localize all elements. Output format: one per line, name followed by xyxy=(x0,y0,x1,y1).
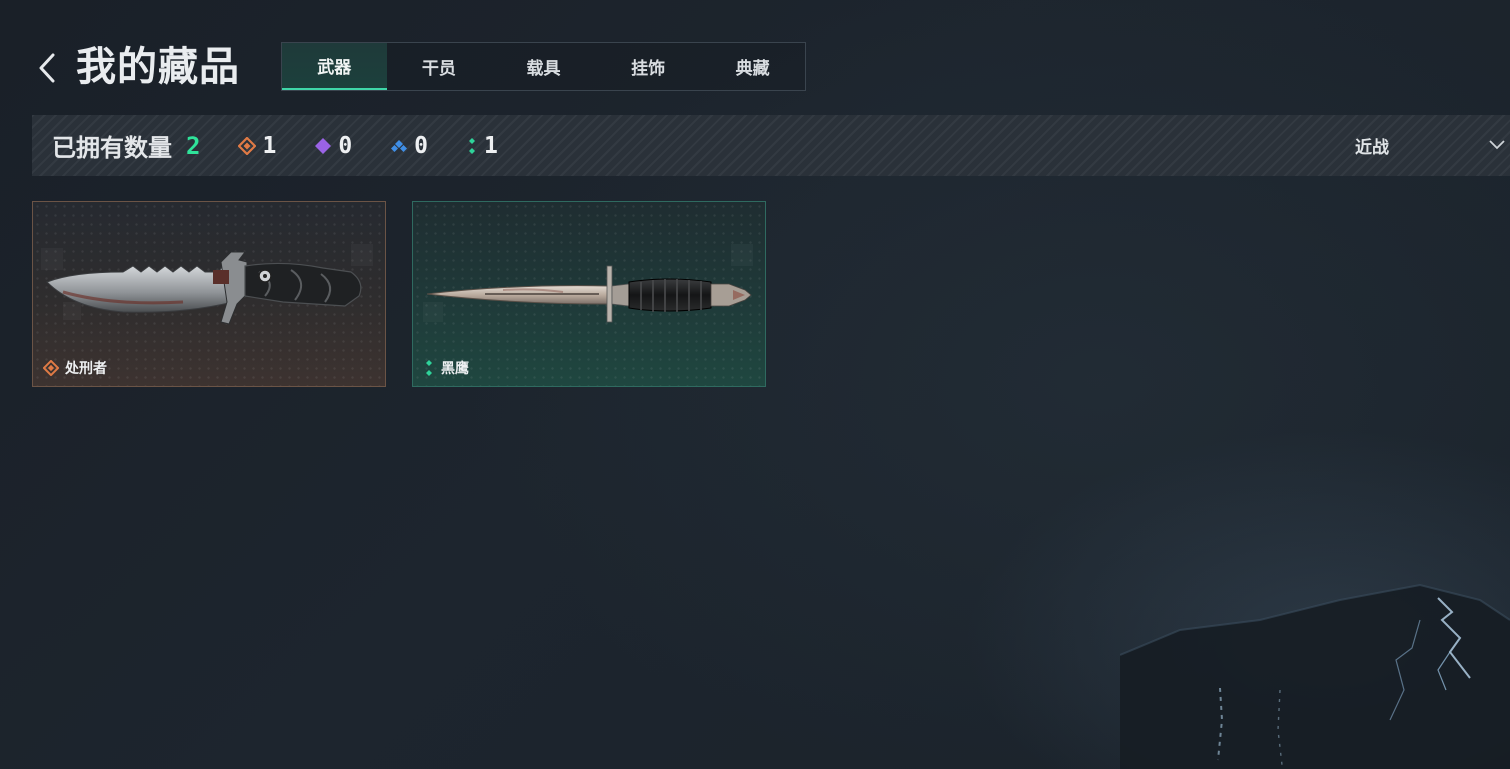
storm-background xyxy=(1120,583,1510,769)
category-filter-dropdown[interactable]: 近战 xyxy=(1350,115,1510,176)
item-card[interactable]: 处刑者 xyxy=(32,201,386,387)
item-card[interactable]: 黑鹰 xyxy=(412,201,766,387)
rarity-stat-orange: 1 xyxy=(238,133,276,159)
green-dots-icon xyxy=(426,360,432,376)
tab-weapons[interactable]: 武器 xyxy=(282,43,387,90)
header: 我的藏品 武器 干员 载具 挂饰 典藏 xyxy=(0,0,1510,100)
rarity-count-blue: 0 xyxy=(414,132,429,159)
dagger-knife-icon xyxy=(426,265,752,323)
rarity-count-purple: 0 xyxy=(338,132,353,159)
stats-bar: 已拥有数量 2 1 0 0 1 近战 xyxy=(32,115,1510,176)
rarity-stat-green: 1 xyxy=(466,133,498,159)
green-dots-icon xyxy=(469,137,476,154)
filter-value: 近战 xyxy=(1355,138,1389,158)
item-name-row: 处刑者 xyxy=(43,358,107,378)
item-name: 处刑者 xyxy=(65,361,107,377)
rarity-stat-blue: 0 xyxy=(390,133,428,159)
page-title: 我的藏品 xyxy=(76,44,240,90)
item-name-row: 黑鹰 xyxy=(423,358,469,378)
back-button[interactable] xyxy=(32,50,62,86)
tab-vehicles[interactable]: 载具 xyxy=(491,43,596,90)
rarity-stat-purple: 0 xyxy=(314,133,352,159)
combat-knife-icon xyxy=(46,251,362,325)
chevron-down-icon xyxy=(1489,140,1505,150)
chevron-left-icon xyxy=(39,53,55,83)
owned-label: 已拥有数量 xyxy=(52,134,172,162)
blue-diamond-icon xyxy=(391,139,408,152)
orange-diamond-icon xyxy=(43,360,59,376)
orange-diamond-icon xyxy=(238,136,257,155)
purple-diamond-icon xyxy=(315,137,332,154)
rarity-count-orange: 1 xyxy=(262,132,277,159)
tab-collection[interactable]: 典藏 xyxy=(700,43,805,90)
owned-count: 2 xyxy=(186,131,201,160)
tab-charms[interactable]: 挂饰 xyxy=(596,43,701,90)
tab-operators[interactable]: 干员 xyxy=(387,43,492,90)
item-name: 黑鹰 xyxy=(441,361,469,377)
category-tabs: 武器 干员 载具 挂饰 典藏 xyxy=(281,42,806,91)
rarity-count-green: 1 xyxy=(484,132,498,159)
